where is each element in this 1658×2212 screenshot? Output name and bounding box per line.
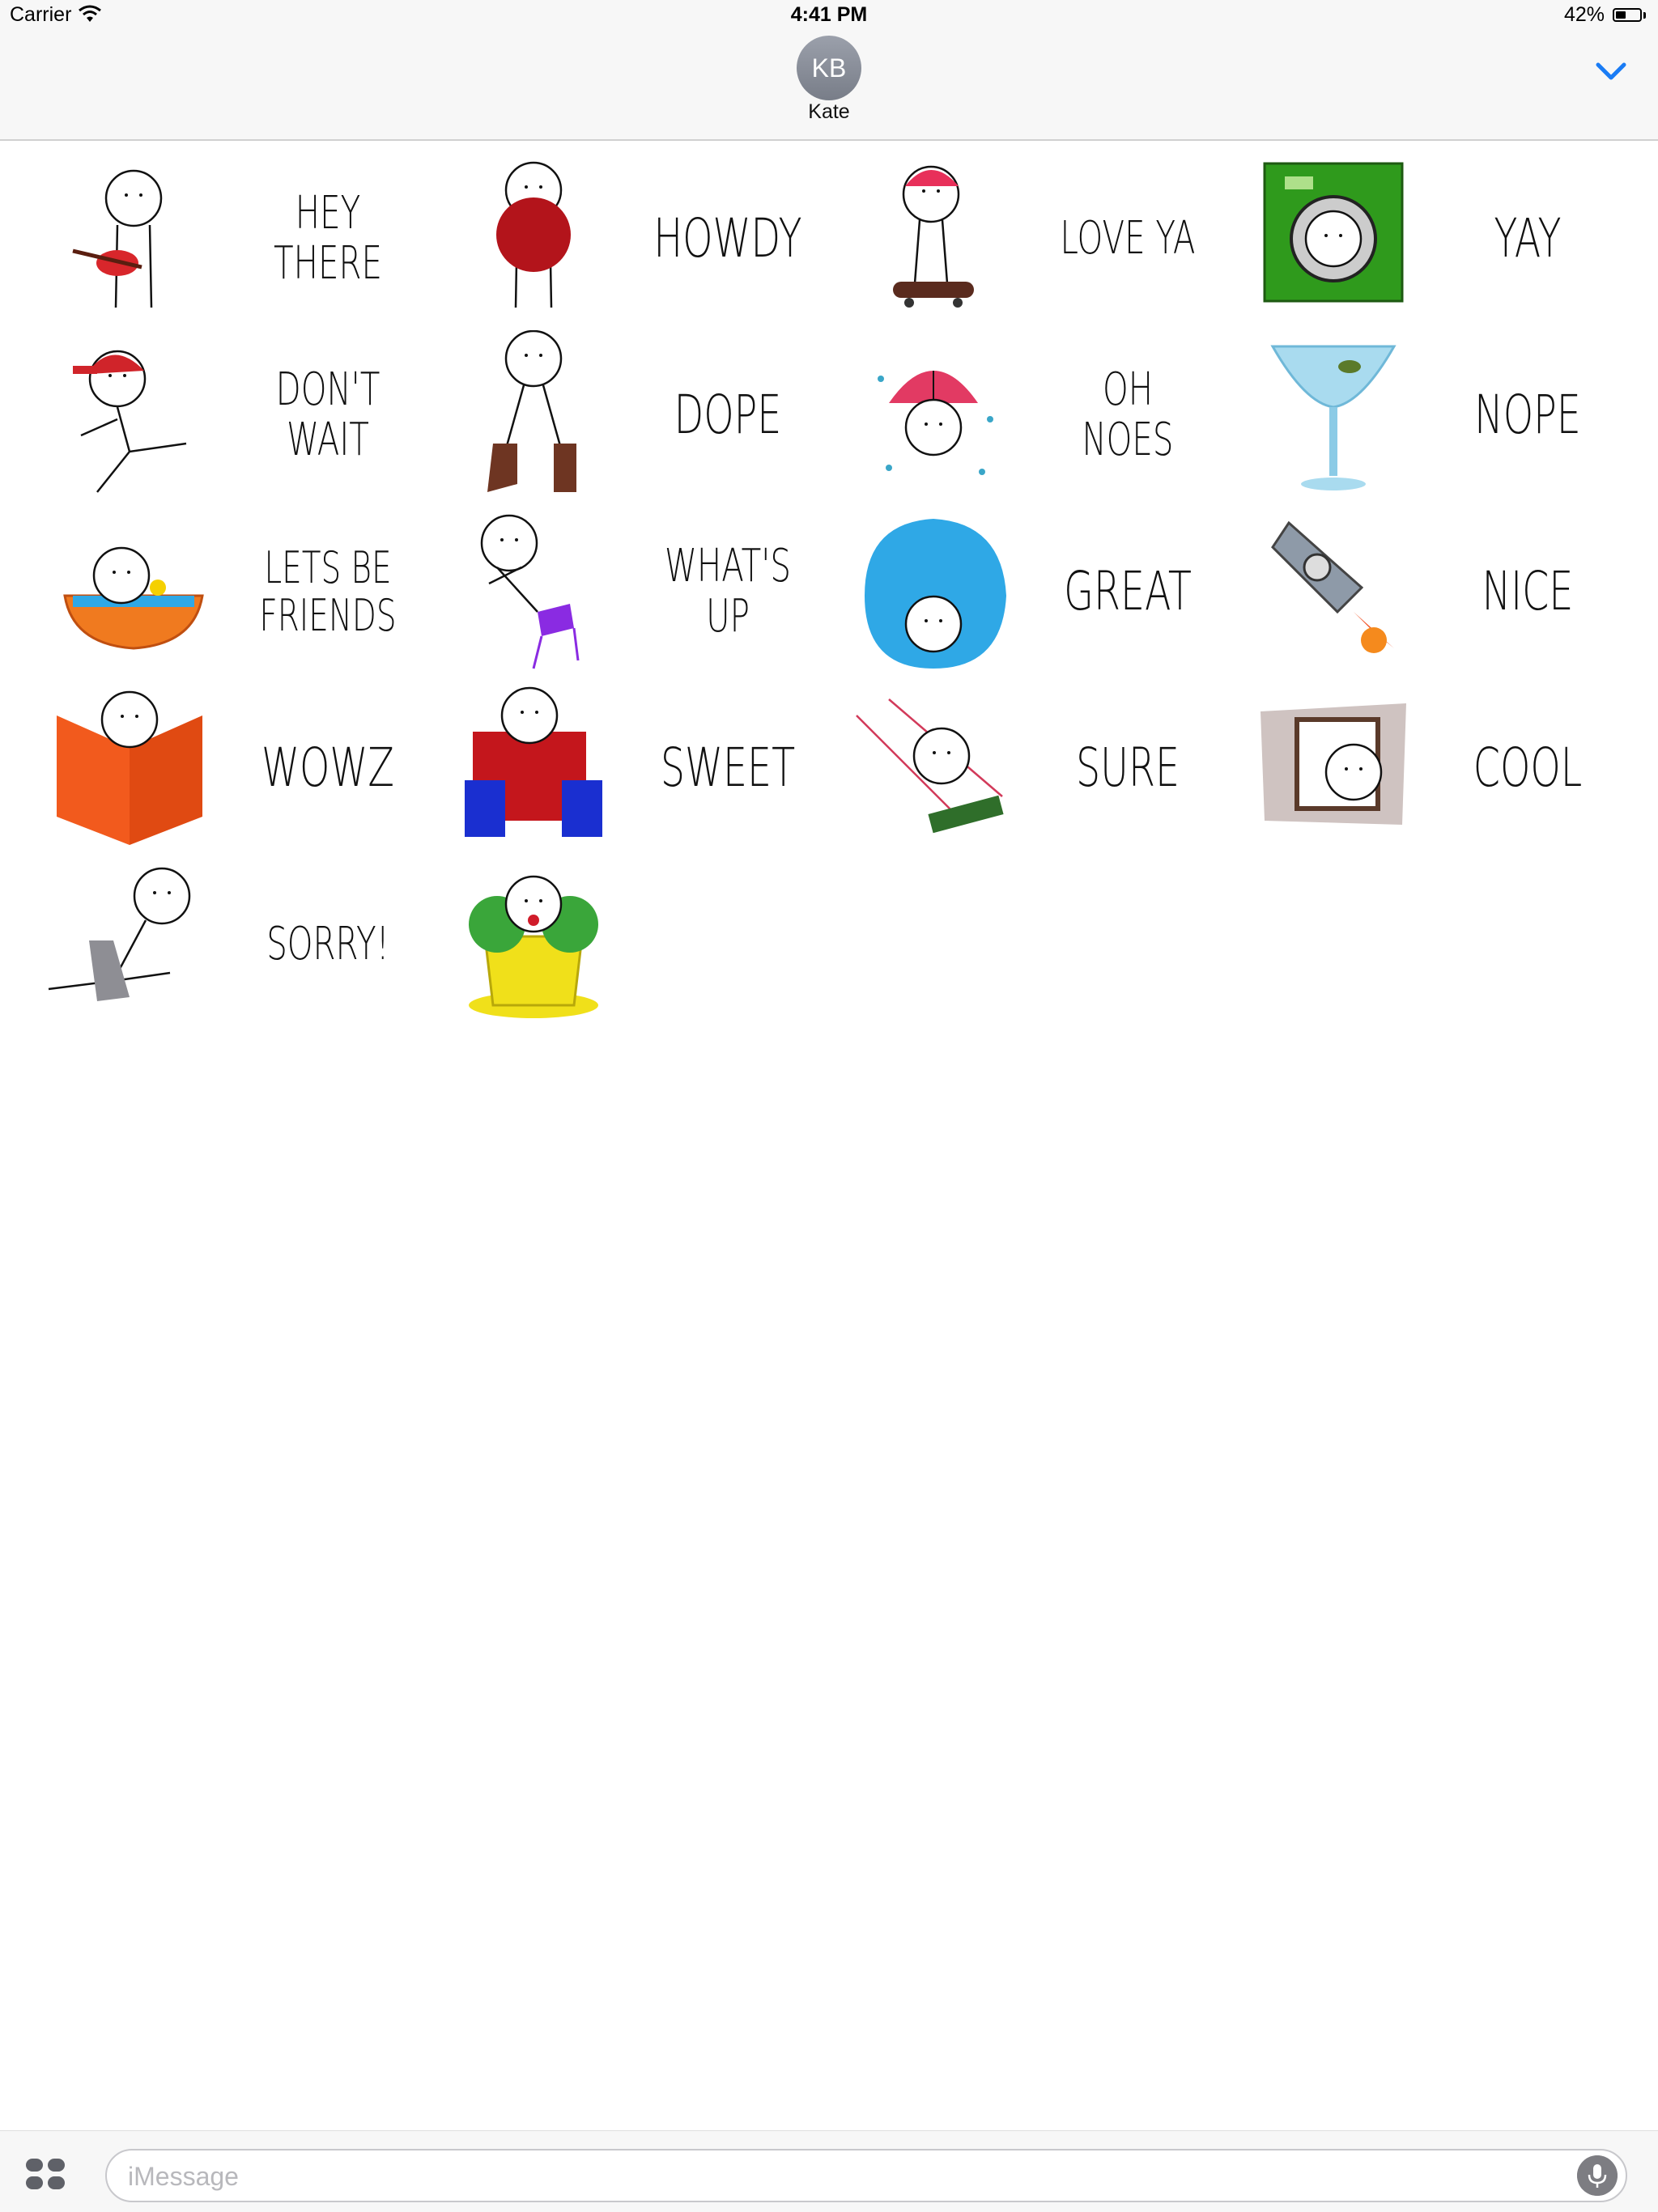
sticker-great[interactable]: GREAT (840, 507, 1229, 677)
sticker-caption: NICE (1482, 559, 1574, 622)
sticker-nice[interactable]: NICE (1240, 507, 1629, 677)
sticker-sorry[interactable]: SORRY! (40, 860, 429, 1030)
cocktail-glass-icon (1270, 345, 1397, 490)
sticker-nope[interactable]: NOPE (1240, 330, 1629, 500)
sticker-wowz[interactable]: WOWZ (40, 683, 429, 853)
sticker-caption: SURE (1075, 736, 1180, 799)
flower-pot-stick-figure-icon (469, 875, 598, 1018)
boots-stick-figure-icon (487, 330, 576, 492)
microphone-icon[interactable] (1577, 2155, 1618, 2196)
water-blob-stick-figure-icon (865, 519, 1006, 669)
sticker-sure[interactable]: SURE (840, 683, 1229, 853)
umbrella-stick-figure-icon (878, 371, 993, 475)
clock: 4:41 PM (790, 3, 868, 26)
sticker-caption: WHAT'S UP (665, 540, 791, 643)
sticker-caption: OH NOES (1082, 363, 1174, 466)
sticker-caption: DOPE (674, 383, 782, 446)
sticker-caption: LETS BE FRIENDS (259, 541, 397, 641)
sticker-lets-be-friends[interactable]: LETS BE FRIENDS (40, 507, 429, 677)
sticker-don-t-wait[interactable]: DON'T WAIT (40, 330, 429, 500)
sticker-caption: SWEET (660, 736, 796, 799)
window-stick-figure-icon (1261, 703, 1406, 825)
rocket-icon (1271, 520, 1394, 653)
chevron-down-icon[interactable] (1593, 57, 1629, 86)
sticker-caption: GREAT (1064, 559, 1192, 622)
avatar[interactable]: KB (797, 36, 861, 100)
sticker-caption: WOWZ (261, 736, 394, 799)
app-drawer-icon[interactable] (24, 2157, 66, 2191)
sticker-caption: SORRY! (266, 918, 389, 971)
laptop-stick-figure-icon (48, 867, 191, 1001)
compose-bar: iMessage (0, 2130, 1658, 2212)
sticker-yay[interactable]: YAY (1240, 154, 1629, 324)
book-stick-figure-icon (57, 690, 202, 845)
sticker-caption: HOWDY (653, 206, 802, 270)
message-placeholder: iMessage (128, 2162, 239, 2191)
guitar-stick-figure-icon (72, 169, 163, 308)
washing-machine-icon (1263, 162, 1404, 303)
armchair-stick-figure-icon (465, 686, 602, 837)
sticker-hey-there[interactable]: HEY THERE (40, 154, 429, 324)
bathtub-stick-figure-icon (63, 546, 204, 650)
sticker-howdy[interactable]: HOWDY (440, 154, 829, 324)
cap-running-stick-figure-icon (73, 350, 187, 493)
red-ball-stick-figure-icon (496, 161, 571, 308)
swing-stick-figure-icon (856, 698, 1004, 834)
skateboard-stick-figure-icon (893, 165, 974, 308)
sticker-sweet[interactable]: SWEET (440, 683, 829, 853)
message-input[interactable]: iMessage (105, 2149, 1627, 2202)
battery-percentage: 42% (1564, 3, 1605, 26)
conversation-header: KB Kate (0, 32, 1658, 141)
status-bar: Carrier 4:41 PM 42% (0, 0, 1658, 32)
sticker-dope[interactable]: DOPE (440, 330, 829, 500)
sticker-caption: LOVE YA (1060, 212, 1196, 265)
sticker-caption: COOL (1473, 736, 1583, 799)
sticker-flower-pot[interactable] (440, 860, 829, 1030)
sticker-caption: HEY THERE (274, 187, 382, 290)
sticker-caption: NOPE (1474, 383, 1581, 446)
battery-icon (1613, 8, 1642, 22)
sticker-caption: YAY (1494, 206, 1562, 270)
flying-chair-stick-figure-icon (480, 514, 580, 669)
contact-name[interactable]: Kate (0, 100, 1658, 124)
sticker-love-ya[interactable]: LOVE YA (840, 154, 1229, 324)
sticker-oh-noes[interactable]: OH NOES (840, 330, 1229, 500)
sticker-what-s-up[interactable]: WHAT'S UP (440, 507, 829, 677)
sticker-caption: DON'T WAIT (275, 363, 380, 466)
sticker-cool[interactable]: COOL (1240, 683, 1629, 853)
